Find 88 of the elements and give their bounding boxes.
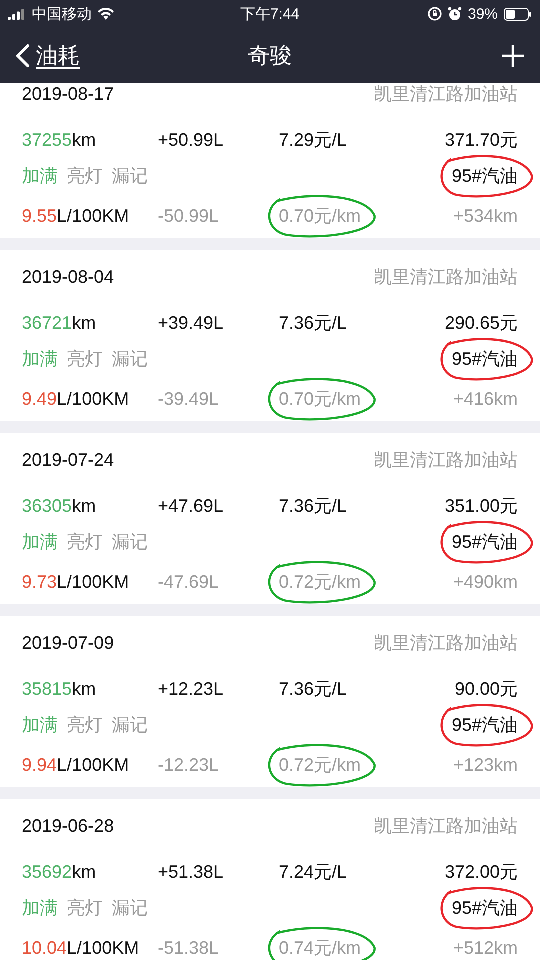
record-card[interactable]: 2019-07-09 凯里清江路加油站 35815km +12.23L 7.36元/L 90.00元 加满 亮灯 漏记 95#汽油 9.94L/100KM -12.23L 0.72元/km +123km — [0, 616, 540, 787]
add-button[interactable] — [502, 44, 524, 66]
distance: +534km — [453, 206, 518, 226]
unit-price: 7.24元/L — [279, 861, 348, 884]
tag-label[interactable]: 加满 — [22, 164, 58, 188]
station-name: 凯里清江路加油站 — [374, 266, 518, 289]
tag-label[interactable]: 亮灯 — [67, 896, 103, 920]
fuel-consumption: 9.73L/100KM — [22, 572, 130, 592]
alarm-icon — [448, 7, 462, 21]
fuel-volume: +51.38L — [158, 862, 224, 882]
tag-label[interactable]: 亮灯 — [67, 164, 103, 188]
fuel-volume: +12.23L — [158, 678, 224, 700]
tag-label[interactable]: 漏记 — [112, 713, 148, 737]
cost-per-km: 0.74元/km — [279, 936, 362, 960]
record-date: 2019-08-17 — [22, 84, 116, 104]
battery-icon — [504, 8, 532, 20]
odometer: 35692km — [22, 862, 96, 882]
distance: +123km — [453, 754, 518, 776]
tag-label[interactable]: 加满 — [22, 713, 58, 737]
chevron-left-icon — [16, 44, 30, 68]
volume-change: -39.49L — [158, 388, 220, 410]
volume-change: -51.38L — [158, 938, 220, 958]
fuel-consumption: 9.49L/100KM — [22, 388, 130, 410]
total-cost: 290.65元 — [444, 312, 518, 335]
distance: +416km — [453, 388, 518, 410]
volume-change: -47.69L — [158, 572, 220, 592]
total-cost: 90.00元 — [454, 678, 518, 701]
total-cost: 371.70元 — [444, 129, 518, 152]
station-name: 凯里清江路加油站 — [374, 815, 518, 838]
record-card[interactable]: 2019-08-17 凯里清江路加油站 37255km +50.99L 7.29元/L 371.70元 加满 亮灯 漏记 95#汽油 9.55L/100KM -50.99L 0.70元/km +534km — [0, 83, 540, 238]
unit-price: 7.29元/L — [279, 129, 348, 152]
tag-label[interactable]: 亮灯 — [67, 347, 103, 371]
station-name: 凯里清江路加油站 — [374, 83, 518, 106]
total-cost: 351.00元 — [444, 495, 518, 518]
status-time: 下午7:44 — [240, 4, 300, 24]
tag-label[interactable]: 亮灯 — [67, 530, 103, 554]
odometer: 36721km — [22, 312, 96, 334]
carrier-name: 中国移动 — [32, 4, 92, 24]
record-card[interactable]: 2019-07-24 凯里清江路加油站 36305km +47.69L 7.36元/L 351.00元 加满 亮灯 漏记 95#汽油 9.73L/100KM -47.69L 0.72元/km +490km — [0, 433, 540, 604]
volume-change: -12.23L — [158, 754, 220, 776]
signal-icon — [8, 8, 26, 20]
fuel-volume: +47.69L — [158, 496, 224, 516]
fuel-volume: +50.99L — [158, 130, 224, 150]
tag-label[interactable]: 加满 — [22, 896, 58, 920]
wifi-icon — [98, 8, 114, 20]
fuel-consumption: 9.55L/100KM — [22, 206, 130, 226]
fuel-consumption: 10.04L/100KM — [22, 938, 140, 958]
unit-price: 7.36元/L — [279, 312, 348, 335]
record-date: 2019-06-28 — [22, 816, 116, 836]
odometer: 36305km — [22, 496, 96, 516]
fuel-volume: +39.49L — [158, 312, 224, 334]
fuel-type: 95#汽油 — [452, 164, 518, 188]
total-cost: 372.00元 — [444, 861, 518, 884]
record-date: 2019-07-09 — [22, 632, 116, 654]
cost-per-km: 0.70元/km — [279, 204, 362, 228]
station-name: 凯里清江路加油站 — [374, 449, 518, 472]
tag-label[interactable]: 漏记 — [112, 347, 148, 371]
tag-label[interactable]: 加满 — [22, 530, 58, 554]
cost-per-km: 0.72元/km — [279, 753, 362, 777]
distance: +490km — [453, 572, 518, 592]
station-name: 凯里清江路加油站 — [374, 632, 518, 655]
cost-per-km: 0.70元/km — [279, 387, 362, 411]
volume-change: -50.99L — [158, 206, 220, 226]
tag-label[interactable]: 漏记 — [112, 896, 148, 920]
rotation-lock-icon — [428, 7, 442, 21]
cost-per-km: 0.72元/km — [279, 570, 362, 594]
record-date: 2019-07-24 — [22, 450, 116, 470]
fuel-type: 95#汽油 — [452, 896, 518, 920]
page-title: 奇骏 — [248, 42, 292, 70]
record-card[interactable]: 2019-06-28 凯里清江路加油站 35692km +51.38L 7.24元/L 372.00元 加满 亮灯 漏记 95#汽油 10.04L/100KM -51.38L 0.74元/km +512km — [0, 799, 540, 960]
fuel-type: 95#汽油 — [452, 347, 518, 371]
tag-label[interactable]: 漏记 — [112, 530, 148, 554]
unit-price: 7.36元/L — [279, 495, 348, 518]
record-date: 2019-08-04 — [22, 266, 116, 288]
tag-label[interactable]: 亮灯 — [67, 713, 103, 737]
distance: +512km — [453, 938, 518, 958]
tag-label[interactable]: 加满 — [22, 347, 58, 371]
tag-label[interactable]: 漏记 — [112, 164, 148, 188]
odometer: 37255km — [22, 130, 96, 150]
unit-price: 7.36元/L — [279, 678, 348, 701]
fuel-type: 95#汽油 — [452, 530, 518, 554]
battery-percent: 39% — [468, 6, 498, 22]
back-button[interactable]: 油耗 — [16, 40, 80, 70]
odometer: 35815km — [22, 678, 96, 700]
fuel-type: 95#汽油 — [452, 713, 518, 737]
fuel-consumption: 9.94L/100KM — [22, 754, 130, 776]
plus-icon — [502, 44, 524, 66]
record-card[interactable]: 2019-08-04 凯里清江路加油站 36721km +39.49L 7.36元/L 290.65元 加满 亮灯 漏记 95#汽油 9.49L/100KM -39.49L 0.70元/km +416km — [0, 250, 540, 421]
